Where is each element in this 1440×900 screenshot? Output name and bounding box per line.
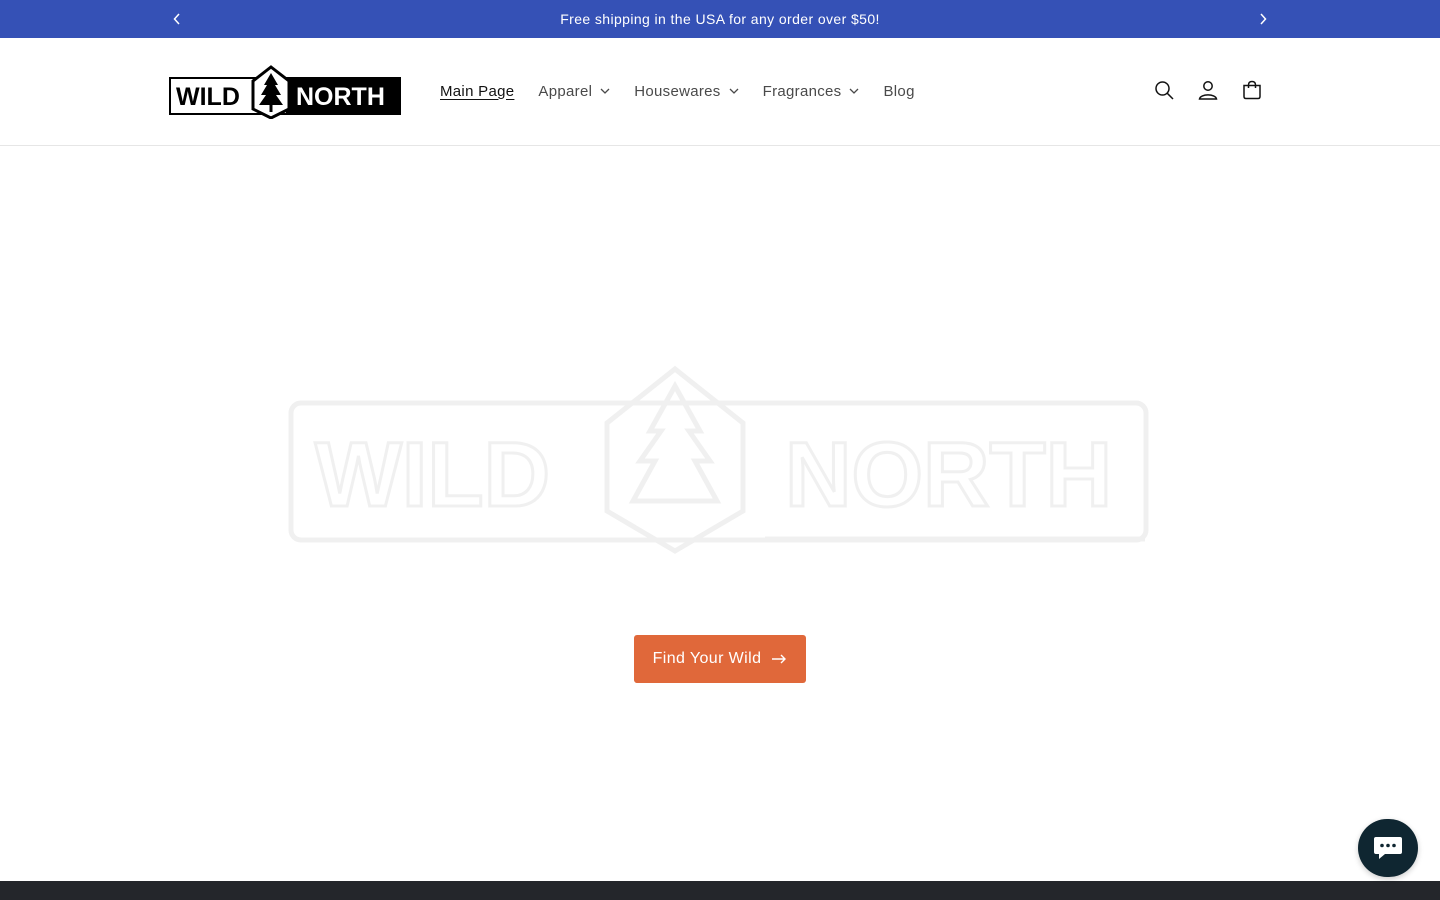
logo-text-left: WILD: [176, 83, 240, 111]
cart-button[interactable]: [1240, 78, 1264, 102]
site-header: WILD NORTH Main Page Apparel Housewares …: [0, 38, 1440, 146]
logo-text-right: NORTH: [296, 83, 385, 111]
nav-item-label: Housewares: [634, 82, 721, 100]
hero-logo-text-right: NORTH: [785, 424, 1112, 526]
chat-icon: [1374, 837, 1402, 859]
hero-logo: WILD NORTH: [285, 361, 1155, 556]
announcement-next-button[interactable]: [1253, 9, 1273, 29]
hero-logo-text-left: WILD: [315, 424, 550, 526]
nav-item-housewares[interactable]: Housewares: [634, 82, 739, 100]
announcement-bar: Free shipping in the USA for any order o…: [0, 0, 1440, 38]
chevron-right-icon: [1260, 13, 1267, 25]
nav-item-blog[interactable]: Blog: [883, 83, 914, 100]
nav-item-apparel[interactable]: Apparel: [538, 83, 610, 100]
footer: [0, 881, 1440, 900]
nav-item-fragrances[interactable]: Fragrances: [763, 83, 860, 100]
nav-item-label: Main Page: [440, 82, 515, 100]
chat-button[interactable]: [1358, 819, 1418, 877]
chevron-left-icon: [173, 13, 180, 25]
nav-item-main-page[interactable]: Main Page: [440, 83, 514, 100]
announcement-prev-button[interactable]: [167, 9, 187, 29]
chevron-down-icon: [600, 86, 610, 96]
account-icon: [1198, 81, 1218, 100]
nav-item-label: Blog: [883, 82, 915, 100]
announcement-message: Free shipping in the USA for any order o…: [560, 11, 880, 27]
main-nav: Main Page Apparel Housewares Fragrances …: [440, 38, 939, 144]
chevron-down-icon: [729, 86, 739, 96]
hero-logo-image: WILD NORTH: [288, 365, 1149, 554]
logo[interactable]: WILD NORTH: [168, 65, 402, 120]
header-icons: [1152, 78, 1264, 102]
find-your-wild-button[interactable]: Find Your Wild: [634, 635, 806, 683]
account-button[interactable]: [1196, 78, 1220, 102]
arrow-right-icon: [771, 654, 787, 664]
nav-item-label: Apparel: [538, 82, 593, 100]
search-button[interactable]: [1152, 78, 1176, 102]
chevron-down-icon: [849, 86, 859, 96]
cart-icon: [1243, 80, 1261, 100]
hero-section: WILD NORTH Find Your Wild: [0, 146, 1440, 881]
logo-image: WILD NORTH: [169, 65, 401, 120]
search-icon: [1155, 81, 1174, 100]
nav-item-label: Fragrances: [762, 82, 842, 100]
cta-label: Find Your Wild: [652, 650, 762, 667]
